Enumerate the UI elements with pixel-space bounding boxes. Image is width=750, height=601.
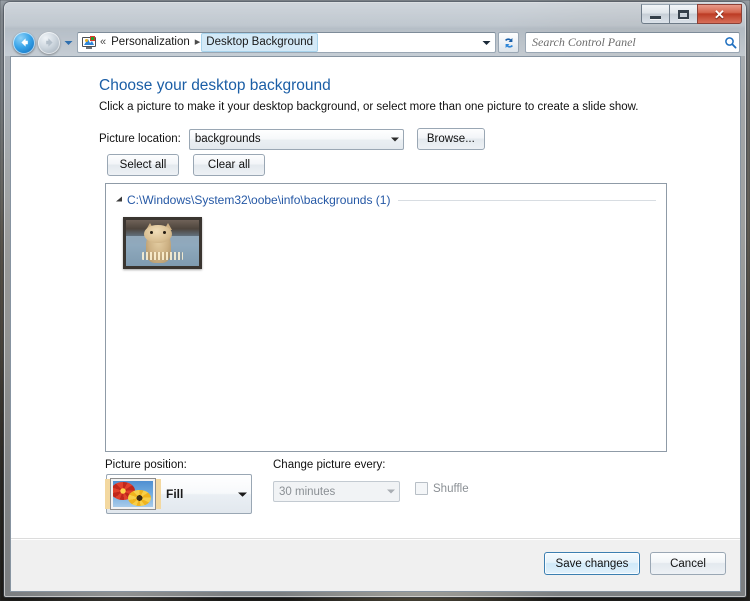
- search-box[interactable]: [525, 32, 740, 53]
- back-button[interactable]: [13, 31, 35, 54]
- picture-position-preview-image: [113, 481, 153, 507]
- forward-arrow-icon: [45, 38, 53, 47]
- change-picture-every-label: Change picture every:: [273, 459, 386, 471]
- shuffle-row[interactable]: Shuffle: [415, 482, 469, 495]
- command-bar: Save changes Cancel: [11, 538, 740, 591]
- back-arrow-icon: [20, 38, 28, 47]
- clear-all-button[interactable]: Clear all: [193, 154, 265, 176]
- picture-thumbnail-item[interactable]: [123, 217, 202, 269]
- recent-pages-button[interactable]: [63, 40, 73, 46]
- picture-thumbnail-image: [126, 220, 199, 266]
- breadcrumb-item-desktop-background[interactable]: Desktop Background: [201, 33, 319, 52]
- control-panel-window: ✕ « Personalization ▸ Desktop Background…: [4, 2, 746, 597]
- picture-location-value: backgrounds: [194, 133, 261, 145]
- save-changes-label: Save changes: [555, 557, 629, 570]
- minimize-button[interactable]: [641, 4, 670, 24]
- change-picture-interval-value: 30 minutes: [279, 485, 336, 498]
- breadcrumb-separator[interactable]: ▸: [194, 33, 202, 52]
- chevron-down-icon: [233, 492, 251, 497]
- picture-position-preview: [105, 478, 161, 510]
- collapse-triangle-icon[interactable]: [114, 196, 124, 204]
- thumbnail-overlay-text: [142, 252, 183, 261]
- breadcrumb-item-personalization[interactable]: Personalization: [107, 33, 194, 52]
- content-pane: Choose your desktop background Click a p…: [11, 57, 740, 539]
- title-bar[interactable]: ✕ « Personalization ▸ Desktop Background…: [5, 3, 745, 56]
- picture-location-row: Picture location: backgrounds Browse...: [99, 128, 485, 150]
- clear-all-label: Clear all: [207, 159, 251, 171]
- change-picture-interval-dropdown[interactable]: 30 minutes: [273, 481, 400, 502]
- navigation-row: « Personalization ▸ Desktop Background: [5, 29, 745, 56]
- shuffle-checkbox[interactable]: [415, 482, 428, 495]
- picture-location-dropdown[interactable]: backgrounds: [188, 128, 404, 150]
- address-bar[interactable]: « Personalization ▸ Desktop Background: [77, 32, 496, 53]
- cat-head: [144, 224, 172, 243]
- window-controls: ✕: [641, 4, 742, 24]
- search-icon: [721, 36, 739, 49]
- breadcrumb-overflow[interactable]: «: [99, 33, 107, 52]
- picture-position-label: Picture position:: [105, 459, 187, 471]
- group-path-label: C:\Windows\System32\oobe\info\background…: [127, 193, 391, 207]
- chevron-down-icon: [383, 489, 399, 494]
- shuffle-label: Shuffle: [433, 482, 469, 495]
- forward-button[interactable]: [38, 31, 60, 54]
- yellow-flower-icon: [128, 490, 151, 507]
- browse-button[interactable]: Browse...: [416, 128, 485, 150]
- picture-location-label: Picture location:: [99, 133, 181, 145]
- cat-eye-right: [162, 231, 166, 235]
- select-all-button[interactable]: Select all: [107, 154, 179, 176]
- chevron-down-icon: [482, 40, 491, 45]
- address-dropdown-button[interactable]: [478, 33, 495, 52]
- page-subtitle: Click a picture to make it your desktop …: [99, 101, 639, 113]
- restore-icon: [678, 9, 689, 19]
- selection-toolbar: Select all Clear all: [107, 154, 265, 176]
- refresh-button[interactable]: [498, 32, 519, 53]
- picture-position-value: Fill: [166, 487, 184, 501]
- client-area: Choose your desktop background Click a p…: [10, 56, 741, 592]
- restore-button[interactable]: [669, 4, 698, 24]
- group-header[interactable]: C:\Windows\System32\oobe\info\background…: [114, 193, 656, 207]
- browse-button-label: Browse...: [426, 133, 475, 145]
- minimize-icon: [650, 16, 661, 19]
- refresh-icon: [504, 37, 513, 48]
- command-bar-buttons: Save changes Cancel: [544, 552, 726, 575]
- chevron-down-icon: [64, 40, 72, 45]
- picture-list-panel[interactable]: C:\Windows\System32\oobe\info\background…: [105, 183, 667, 452]
- close-button[interactable]: ✕: [697, 4, 742, 24]
- cancel-button[interactable]: Cancel: [650, 552, 726, 575]
- group-header-rule: [398, 199, 656, 201]
- cancel-label: Cancel: [670, 557, 706, 570]
- control-panel-icon: [81, 35, 97, 51]
- select-all-label: Select all: [119, 159, 167, 171]
- search-input[interactable]: [526, 34, 721, 51]
- page-title: Choose your desktop background: [99, 77, 331, 94]
- picture-position-dropdown[interactable]: Fill: [105, 474, 252, 514]
- close-icon: ✕: [714, 6, 725, 22]
- chevron-down-icon: [387, 137, 403, 142]
- save-changes-button[interactable]: Save changes: [544, 552, 640, 575]
